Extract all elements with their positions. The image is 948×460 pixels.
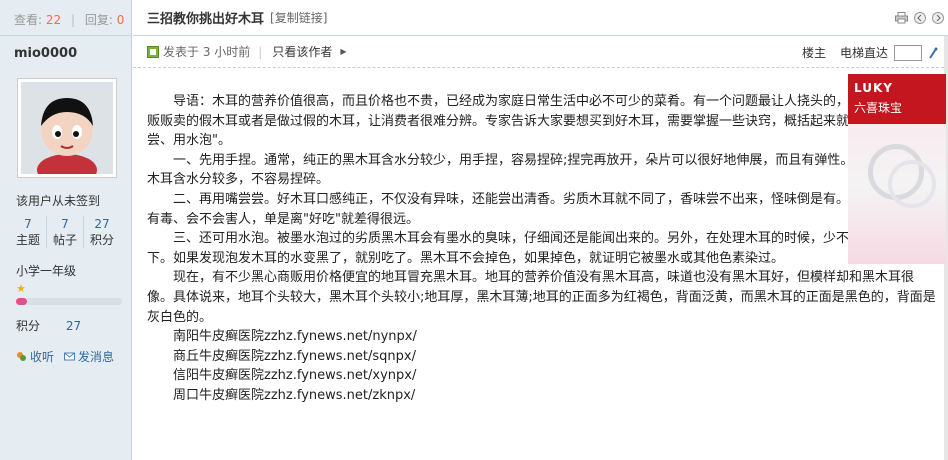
floor-jump-input[interactable] [894,44,922,61]
replies-label: 回复: [84,13,113,27]
message-button[interactable]: 发消息 [64,348,114,365]
star-icon: ★ [16,282,26,295]
caret-right-icon[interactable]: ▶ [340,47,346,56]
message-label: 发消息 [78,350,115,364]
points-row: 积分 27 [0,305,131,334]
posted-text: 发表于 3 小时前 [163,45,251,59]
only-author-link[interactable]: 只看该作者 [272,43,332,60]
stat-label: 主题 [15,233,40,247]
follow-label: 收听 [30,350,55,364]
post-content: 导语：木耳的营养价值很高，而且价格也不贵，已经成为家庭日常生活中必不可少的菜肴。… [147,92,939,406]
stat-value: 7 [61,217,69,231]
user-grade[interactable]: 小学一年级 [0,248,131,279]
author-name[interactable]: mio0000 [0,36,131,70]
envelope-icon [64,352,76,361]
meta-divider: | [258,44,263,59]
go-icon[interactable] [928,47,938,59]
print-icon[interactable] [895,12,908,24]
post-link-line: 南阳牛皮癣医院zzhz.fynews.net/nynpx/ [173,329,417,345]
lift-label: 电梯直达 [839,46,888,60]
avatar-image [21,82,113,186]
views-label: 查看: [14,13,43,27]
post-link-line: 商丘牛皮癣医院zzhz.fynews.net/sqnpx/ [173,348,416,364]
points-value: 27 [65,319,82,333]
copy-link[interactable]: [复制链接] [270,9,327,26]
ring-image [888,160,936,208]
grade-progress [16,298,122,305]
stat-label: 帖子 [52,233,77,247]
posted-time: 发表于 3 小时前 [147,43,250,60]
thread-title-bar: 三招教你挑出好木耳 [复制链接] [133,0,948,36]
author-actions: 收听 发消息 [0,334,131,365]
post-link-line: 周口牛皮癣医院zzhz.fynews.net/zknpx/ [173,387,416,403]
post-paragraph: 导语：木耳的营养价值很高，而且价格也不贵，已经成为家庭日常生活中必不可少的菜肴。… [147,94,928,149]
next-thread-icon[interactable] [932,12,944,24]
avatar[interactable] [17,78,117,186]
jewelry-ad[interactable]: LUKY 六喜珠宝 [848,74,946,264]
thread-title: 三招教你挑出好木耳 [147,12,265,27]
post-link-line: 信阳牛皮癣医院zzhz.fynews.net/xynpx/ [173,368,417,384]
floor-nav: 楼主 电梯直达 [802,44,938,61]
stat-value: 7 [24,217,32,231]
follow-button[interactable]: 收听 [16,348,54,365]
stat-posts[interactable]: 7 帖子 [46,216,83,248]
post-main: 三招教你挑出好木耳 [复制链接] 发表于 3 小时前 | 只看该作者 ▶ 楼主 … [133,0,948,460]
stat-threads[interactable]: 7 主题 [10,216,46,248]
prev-thread-icon[interactable] [914,12,926,24]
post-paragraph: 现在，有不少黑心商贩用价格便宜的地耳冒充黑木耳。地耳的营养价值没有黑木耳高，味道… [147,270,936,325]
thread-stats: 查看: 22 | 回复: 0 [0,0,131,36]
title-tools [895,12,944,24]
stat-points[interactable]: 27 积分 [83,216,120,248]
ad-header: LUKY 六喜珠宝 [848,74,946,124]
grade-progress-fill [16,298,27,305]
stat-label: 积分 [89,233,114,247]
signin-status: 该用户从未签到 [16,194,101,208]
post-paragraph: 三、还可用水泡。被墨水泡过的劣质黑木耳会有墨水的臭味，仔细闻还是能闻出来的。另外… [147,231,928,266]
online-status-icon [147,45,159,58]
floor-label: 楼主 [801,46,826,60]
views-count: 22 [45,13,62,27]
points-label: 积分 [16,319,41,333]
follow-icon [17,352,26,361]
post-paragraph: 一、先用手捏。通常，纯正的黑木耳含水分较少，用手捏，容易捏碎;捏完再放开，朵片可… [147,152,932,188]
stats-divider: | [70,13,76,27]
author-stats: 7 主题 7 帖子 27 积分 [10,216,120,248]
ad-subtitle: 六喜珠宝 [854,101,903,115]
author-sidebar: 查看: 22 | 回复: 0 mio0000 该用户从未签到 7 主题 7 帖子 [0,0,132,460]
stat-value: 27 [94,217,110,231]
replies-count: 0 [116,13,125,27]
post-paragraph: 二、再用嘴尝尝。好木耳口感纯正，不仅没有异味，还能尝出清香。劣质木耳就不同了，香… [147,191,928,227]
ad-brand: LUKY [854,81,893,95]
